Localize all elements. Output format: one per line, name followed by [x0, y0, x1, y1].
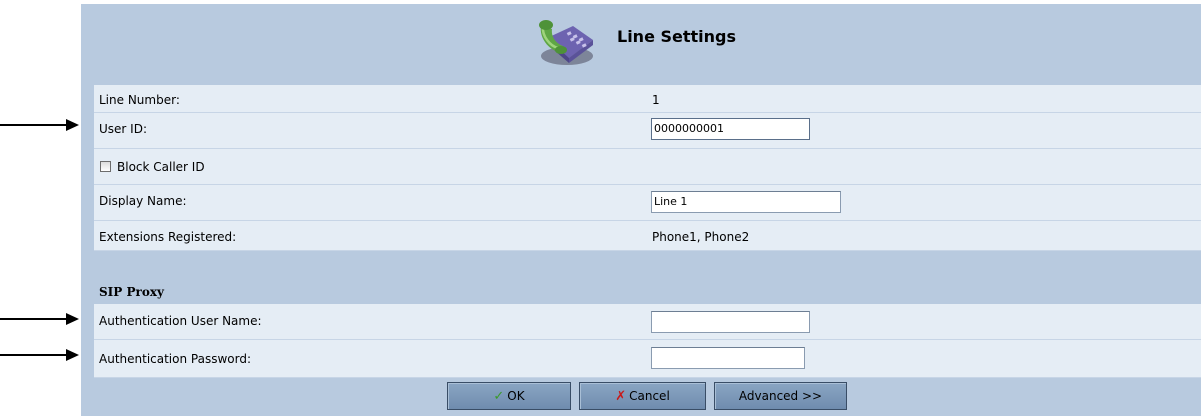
- ok-button-label: OK: [507, 389, 525, 403]
- annotation-arrow-icon: [0, 349, 79, 361]
- display-name-label: Display Name:: [99, 194, 187, 208]
- line-number-value: 1: [652, 93, 660, 107]
- block-caller-id-label[interactable]: Block Caller ID: [117, 160, 205, 174]
- check-icon: ✓: [493, 388, 505, 404]
- phone-icon: [539, 20, 593, 65]
- extensions-registered-value: Phone1, Phone2: [652, 230, 750, 244]
- block-caller-id-row: Block Caller ID: [94, 149, 1201, 185]
- title-bar: Line Settings: [81, 4, 1201, 76]
- x-icon: ✗: [615, 388, 627, 404]
- advanced-button[interactable]: Advanced >>: [714, 382, 847, 410]
- user-id-row: User ID: 0000000001: [94, 113, 1201, 149]
- line-number-label: Line Number:: [99, 93, 180, 107]
- display-name-row: Display Name: Line 1: [94, 185, 1201, 221]
- auth-password-row: Authentication Password:: [94, 340, 1201, 378]
- sip-proxy-heading: SIP Proxy: [99, 285, 164, 299]
- block-caller-id-checkbox[interactable]: [100, 161, 111, 172]
- annotation-arrow-icon: [0, 119, 79, 131]
- line-settings-panel: Line Settings Line Number: 1 User ID: 00…: [81, 4, 1201, 416]
- cancel-button[interactable]: ✗ Cancel: [579, 382, 706, 410]
- user-id-input[interactable]: 0000000001: [651, 118, 810, 140]
- user-id-label: User ID:: [99, 122, 147, 136]
- extensions-registered-label: Extensions Registered:: [99, 230, 237, 244]
- auth-user-name-row: Authentication User Name:: [94, 304, 1201, 340]
- auth-user-name-input[interactable]: [651, 311, 810, 333]
- advanced-button-label: Advanced >>: [738, 389, 823, 403]
- extensions-registered-row: Extensions Registered: Phone1, Phone2: [94, 221, 1201, 251]
- annotation-arrow-icon: [0, 313, 79, 325]
- cancel-button-label: Cancel: [629, 389, 670, 403]
- auth-password-label: Authentication Password:: [99, 352, 251, 366]
- display-name-input[interactable]: Line 1: [651, 191, 841, 213]
- ok-button[interactable]: ✓ OK: [447, 382, 571, 410]
- page-title: Line Settings: [617, 27, 737, 46]
- line-number-row: Line Number: 1: [94, 85, 1201, 113]
- auth-password-input[interactable]: [651, 347, 805, 369]
- auth-user-name-label: Authentication User Name:: [99, 314, 262, 328]
